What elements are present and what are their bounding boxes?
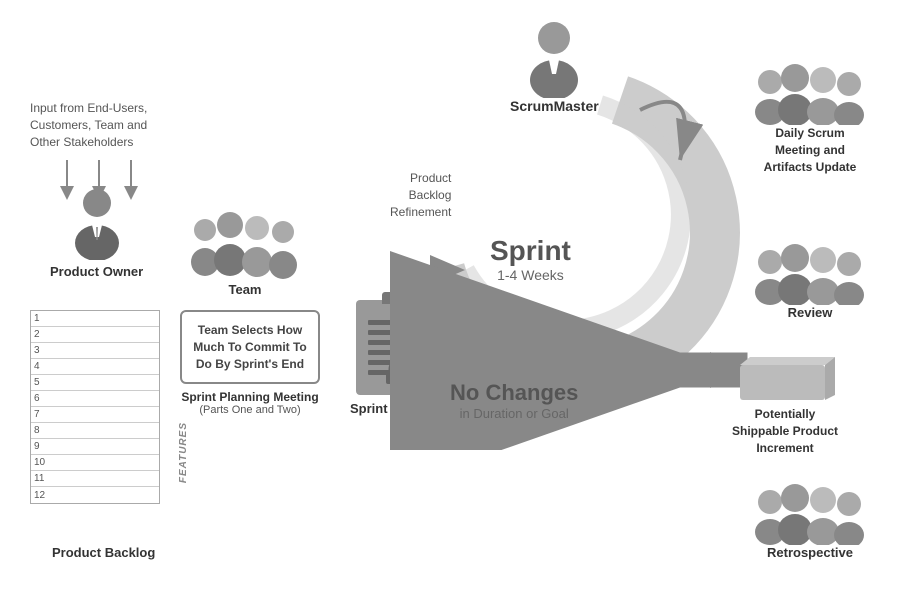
sprint-planning-section: Team Selects How Much To Commit To Do By…: [180, 310, 320, 416]
backlog-row: 4: [31, 359, 159, 375]
backlog-row: 10: [31, 455, 159, 471]
daily-scrum-group-icon: [745, 60, 875, 125]
backlog-row: 3: [31, 343, 159, 359]
retrospective-group-icon: [745, 480, 875, 545]
team-section: Team: [185, 210, 305, 297]
shippable-section: PotentiallyShippable ProductIncrement: [700, 355, 870, 456]
daily-scrum-section: Daily ScrumMeeting andArtifacts Update: [730, 60, 890, 175]
refinement-label: ProductBacklogRefinement: [390, 170, 451, 220]
scrummaster-label: ScrumMaster: [510, 98, 599, 114]
no-changes-section: No Changes in Duration or Goal: [450, 380, 578, 421]
product-owner-label: Product Owner: [50, 264, 143, 279]
scrummaster-section: ScrumMaster: [510, 18, 599, 114]
backlog-row: 2: [31, 327, 159, 343]
backlog-row: 1: [31, 311, 159, 327]
input-label: Input from End-Users,Customers, Team and…: [30, 100, 147, 150]
review-group-icon: [745, 240, 875, 305]
review-section: Review: [730, 240, 890, 320]
sprint-planning-label: Sprint Planning Meeting: [180, 390, 320, 404]
shippable-box-container: [735, 355, 835, 400]
scrummaster-icon: [522, 18, 587, 98]
backlog-row: 11: [31, 471, 159, 487]
team-icon: [185, 210, 305, 280]
diagram: Input from End-Users,Customers, Team and…: [0, 0, 900, 600]
backlog-row: 5: [31, 375, 159, 391]
no-changes-subtitle: in Duration or Goal: [450, 406, 578, 421]
retrospective-label: Retrospective: [767, 545, 853, 560]
retrospective-section: Retrospective: [730, 480, 890, 560]
backlog-row: 6: [31, 391, 159, 407]
backlog-row: 9: [31, 439, 159, 455]
sprint-planning-box: Team Selects How Much To Commit To Do By…: [180, 310, 320, 384]
backlog-row: 7 FEATURES: [31, 407, 159, 423]
product-backlog-label: Product Backlog: [52, 545, 155, 560]
no-changes-title: No Changes: [450, 380, 578, 406]
daily-scrum-label: Daily ScrumMeeting andArtifacts Update: [764, 125, 857, 175]
sprint-planning-sublabel: (Parts One and Two): [180, 404, 320, 416]
backlog-row: 8: [31, 423, 159, 439]
team-label: Team: [229, 282, 262, 297]
shippable-product-icon: [735, 355, 845, 410]
product-owner-icon: [67, 185, 127, 260]
product-backlog-section: 1 2 3 4 5 6 7 FEATURES 8 9 10 11 12: [30, 310, 160, 504]
review-label: Review: [788, 305, 833, 320]
backlog-row: 12: [31, 487, 159, 503]
shippable-label: PotentiallyShippable ProductIncrement: [732, 406, 838, 456]
features-label: FEATURES: [178, 422, 189, 483]
product-owner-section: Product Owner: [50, 185, 143, 279]
backlog-table: 1 2 3 4 5 6 7 FEATURES 8 9 10 11 12: [30, 310, 160, 504]
